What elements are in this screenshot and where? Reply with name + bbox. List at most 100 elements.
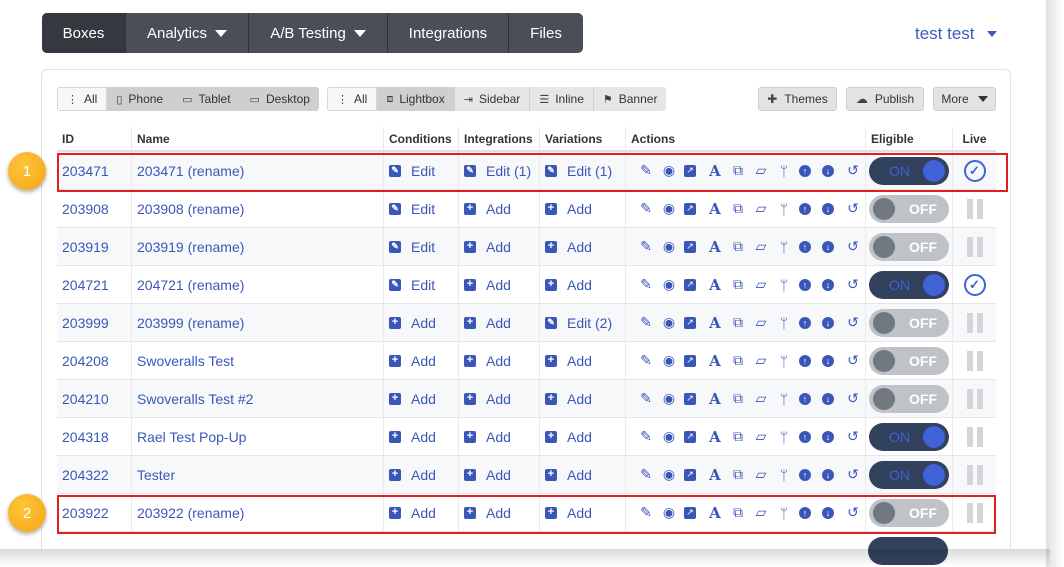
- variations-button[interactable]: + Add: [545, 201, 592, 217]
- undo-icon[interactable]: ↺: [845, 352, 861, 369]
- pencil-icon[interactable]: ✎: [638, 466, 654, 483]
- eligible-toggle[interactable]: OFF: [869, 346, 949, 375]
- external-link-icon[interactable]: ↗: [684, 354, 696, 367]
- eligible-toggle[interactable]: ON: [869, 422, 949, 451]
- copy-icon[interactable]: ⧉: [730, 200, 746, 217]
- box-name-link[interactable]: Swoveralls Test: [137, 353, 234, 369]
- conditions-button[interactable]: ✎ Edit: [389, 277, 435, 293]
- eye-icon[interactable]: ◉: [661, 276, 677, 293]
- copy-icon[interactable]: ⧉: [730, 428, 746, 445]
- filter-device-all[interactable]: ⋮ All: [57, 87, 108, 111]
- box-name-link[interactable]: Tester: [137, 467, 175, 483]
- fork-icon[interactable]: ᛘ: [776, 239, 792, 255]
- box-name-link[interactable]: 204721 (rename): [137, 277, 244, 293]
- arrow-down-circle-icon[interactable]: ↓: [822, 468, 834, 481]
- folder-icon[interactable]: ▱: [753, 276, 769, 293]
- font-icon[interactable]: A: [707, 314, 723, 332]
- undo-icon[interactable]: ↺: [845, 314, 861, 331]
- box-id-link[interactable]: 203908: [62, 201, 109, 217]
- box-name-link[interactable]: 203908 (rename): [137, 201, 244, 217]
- fork-icon[interactable]: ᛘ: [776, 201, 792, 217]
- variations-button[interactable]: + Add: [545, 353, 592, 369]
- undo-icon[interactable]: ↺: [845, 238, 861, 255]
- pencil-icon[interactable]: ✎: [638, 276, 654, 293]
- pencil-icon[interactable]: ✎: [638, 314, 654, 331]
- external-link-icon[interactable]: ↗: [684, 468, 696, 481]
- pencil-icon[interactable]: ✎: [638, 390, 654, 407]
- integrations-button[interactable]: + Add: [464, 239, 511, 255]
- external-link-icon[interactable]: ↗: [684, 202, 696, 215]
- arrow-up-circle-icon[interactable]: ↑: [799, 240, 811, 253]
- external-link-icon[interactable]: ↗: [684, 430, 696, 443]
- font-icon[interactable]: A: [707, 352, 723, 370]
- arrow-down-circle-icon[interactable]: ↓: [822, 354, 834, 367]
- copy-icon[interactable]: ⧉: [730, 238, 746, 255]
- nav-item-boxes[interactable]: Boxes: [42, 13, 126, 53]
- folder-icon[interactable]: ▱: [753, 314, 769, 331]
- folder-icon[interactable]: ▱: [753, 428, 769, 445]
- arrow-up-circle-icon[interactable]: ↑: [799, 392, 811, 405]
- copy-icon[interactable]: ⧉: [730, 466, 746, 483]
- external-link-icon[interactable]: ↗: [684, 392, 696, 405]
- variations-button[interactable]: + Add: [545, 277, 592, 293]
- nav-item-integrations[interactable]: Integrations: [388, 13, 509, 53]
- filter-type-sidebar[interactable]: ⇥ Sidebar: [454, 87, 531, 111]
- font-icon[interactable]: A: [707, 428, 723, 446]
- eligible-toggle[interactable]: OFF: [869, 232, 949, 261]
- folder-icon[interactable]: ▱: [753, 238, 769, 255]
- filter-type-all[interactable]: ⋮ All: [327, 87, 378, 111]
- undo-icon[interactable]: ↺: [845, 428, 861, 445]
- fork-icon[interactable]: ᛘ: [776, 391, 792, 407]
- integrations-button[interactable]: + Add: [464, 391, 511, 407]
- external-link-icon[interactable]: ↗: [684, 240, 696, 253]
- box-id-link[interactable]: 204721: [62, 277, 109, 293]
- variations-button[interactable]: ✎ Edit (2): [545, 315, 612, 331]
- arrow-down-circle-icon[interactable]: ↓: [822, 278, 834, 291]
- filter-device-tablet[interactable]: ▭ Tablet: [173, 87, 241, 111]
- col-name[interactable]: Name: [132, 127, 384, 150]
- variations-button[interactable]: + Add: [545, 239, 592, 255]
- conditions-button[interactable]: + Add: [389, 315, 436, 331]
- font-icon[interactable]: A: [707, 200, 723, 218]
- arrow-down-circle-icon[interactable]: ↓: [822, 202, 834, 215]
- eligible-toggle[interactable]: OFF: [869, 308, 949, 337]
- eye-icon[interactable]: ◉: [661, 428, 677, 445]
- eye-icon[interactable]: ◉: [661, 200, 677, 217]
- nav-item-analytics[interactable]: Analytics: [126, 13, 249, 53]
- integrations-button[interactable]: + Add: [464, 315, 511, 331]
- copy-icon[interactable]: ⧉: [730, 352, 746, 369]
- box-id-link[interactable]: 203999: [62, 315, 109, 331]
- arrow-up-circle-icon[interactable]: ↑: [799, 202, 811, 215]
- eye-icon[interactable]: ◉: [661, 238, 677, 255]
- fork-icon[interactable]: ᛘ: [776, 315, 792, 331]
- nav-item-a-b-testing[interactable]: A/B Testing: [249, 13, 388, 53]
- folder-icon[interactable]: ▱: [753, 466, 769, 483]
- filter-type-banner[interactable]: ⚑ Banner: [593, 87, 667, 111]
- variations-button[interactable]: + Add: [545, 467, 592, 483]
- conditions-button[interactable]: ✎ Edit: [389, 239, 435, 255]
- arrow-down-circle-icon[interactable]: ↓: [822, 392, 834, 405]
- integrations-button[interactable]: + Add: [464, 201, 511, 217]
- fork-icon[interactable]: ᛘ: [776, 353, 792, 369]
- box-name-link[interactable]: 203999 (rename): [137, 315, 244, 331]
- undo-icon[interactable]: ↺: [845, 390, 861, 407]
- col-id[interactable]: ID: [57, 127, 132, 150]
- eye-icon[interactable]: ◉: [661, 466, 677, 483]
- pencil-icon[interactable]: ✎: [638, 200, 654, 217]
- themes-button[interactable]: ✚ Themes: [758, 87, 837, 111]
- eligible-toggle[interactable]: OFF: [869, 194, 949, 223]
- undo-icon[interactable]: ↺: [845, 276, 861, 293]
- filter-type-inline[interactable]: ☰ Inline: [530, 87, 594, 111]
- eligible-toggle[interactable]: OFF: [869, 384, 949, 413]
- more-button[interactable]: More: [933, 87, 996, 111]
- box-name-link[interactable]: Swoveralls Test #2: [137, 391, 253, 407]
- publish-button[interactable]: ☁ Publish: [846, 87, 924, 111]
- undo-icon[interactable]: ↺: [845, 200, 861, 217]
- filter-device-phone[interactable]: ▯ Phone: [107, 87, 174, 111]
- fork-icon[interactable]: ᛘ: [776, 429, 792, 445]
- conditions-button[interactable]: + Add: [389, 391, 436, 407]
- pencil-icon[interactable]: ✎: [638, 352, 654, 369]
- fork-icon[interactable]: ᛘ: [776, 467, 792, 483]
- fork-icon[interactable]: ᛘ: [776, 277, 792, 293]
- arrow-up-circle-icon[interactable]: ↑: [799, 278, 811, 291]
